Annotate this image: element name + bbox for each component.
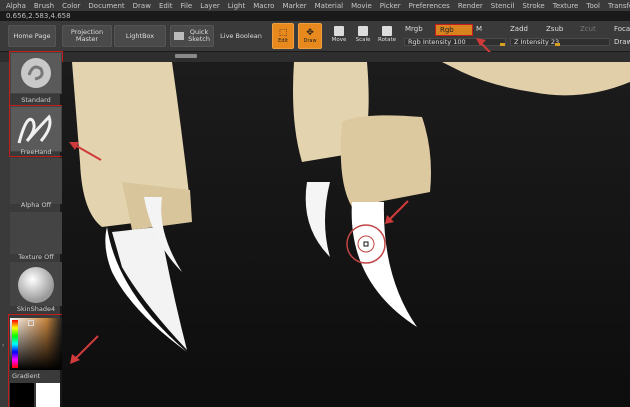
quick-sketch-button[interactable]: Quick Sketch xyxy=(170,25,214,47)
rotate-icon xyxy=(382,26,392,36)
annotation-arrow-stroke xyxy=(69,142,102,161)
focal-shift-slider[interactable]: Focal xyxy=(614,25,630,33)
horizontal-scroll-track[interactable] xyxy=(0,52,630,62)
menu-item-material[interactable]: Material xyxy=(315,2,343,10)
menu-item-document[interactable]: Document xyxy=(88,2,124,10)
edit-label: Edit xyxy=(278,37,288,44)
scale-button[interactable]: Scale xyxy=(354,26,372,48)
menu-item-layer[interactable]: Layer xyxy=(200,2,220,10)
menu-item-edit[interactable]: Edit xyxy=(159,2,173,10)
texture-slot[interactable] xyxy=(10,212,62,254)
quick-sketch-label: Quick Sketch xyxy=(188,28,210,43)
move-label: Move xyxy=(331,37,347,43)
zsub-button[interactable]: Zsub xyxy=(546,25,563,33)
menu-bar: Alpha Brush Color Document Draw Edit File Layer… xyxy=(0,0,630,11)
edit-button[interactable]: ⬚ Edit xyxy=(272,23,294,49)
annotation-arrow-cursor xyxy=(385,200,409,224)
home-page-button[interactable]: Home Page xyxy=(8,25,56,47)
top-toolbar: Home Page Projection Master LightBox Qui… xyxy=(0,21,630,51)
zcut-button[interactable]: Zcut xyxy=(580,25,596,33)
horizontal-scroll-thumb[interactable] xyxy=(175,54,197,58)
mrgb-button[interactable]: Mrgb xyxy=(405,25,423,33)
menu-item-texture[interactable]: Texture xyxy=(553,2,579,10)
material-label: SkinShade4 xyxy=(16,305,56,313)
menu-item-draw[interactable]: Draw xyxy=(133,2,151,10)
stroke-highlight xyxy=(9,105,63,157)
canvas-viewport[interactable] xyxy=(62,62,630,407)
lightbox-button[interactable]: LightBox xyxy=(114,25,166,47)
menu-item-macro[interactable]: Macro xyxy=(253,2,274,10)
draw-label: Draw xyxy=(303,37,317,44)
menu-item-render[interactable]: Render xyxy=(458,2,483,10)
zbrush-window: Alpha Brush Color Document Draw Edit File Layer… xyxy=(0,0,630,407)
menu-item-file[interactable]: File xyxy=(181,2,193,10)
menu-item-light[interactable]: Light xyxy=(228,2,245,10)
menu-item-color[interactable]: Color xyxy=(62,2,80,10)
move-button[interactable]: Move xyxy=(330,26,348,48)
menu-item-brush[interactable]: Brush xyxy=(34,2,54,10)
menu-item-stroke[interactable]: Stroke xyxy=(522,2,544,10)
material-slot[interactable] xyxy=(10,262,62,306)
rgb-intensity-label: Rgb Intensity 100 xyxy=(408,38,466,46)
texture-label: Texture Off xyxy=(18,253,54,261)
rotate-button[interactable]: Rotate xyxy=(378,26,396,48)
menu-item-marker[interactable]: Marker xyxy=(282,2,306,10)
rgb-button[interactable]: Rgb xyxy=(435,24,473,36)
menu-item-alpha[interactable]: Alpha xyxy=(6,2,26,10)
brush-highlight xyxy=(9,51,63,106)
color-highlight xyxy=(8,314,64,407)
z-intensity-label: Z Intensity 23 xyxy=(514,38,560,46)
projection-master-button[interactable]: Projection Master xyxy=(62,25,112,47)
left-shelf: Standard FreeHand Alpha Off Texture Off … xyxy=(0,51,64,407)
sculpt-model xyxy=(72,62,630,352)
edit-icon: ⬚ xyxy=(278,27,288,38)
rotate-label: Rotate xyxy=(378,37,397,43)
menu-item-preferences[interactable]: Preferences xyxy=(409,2,450,10)
coordinates-readout: 0.656,2.583,4.658 xyxy=(6,12,71,20)
scale-label: Scale xyxy=(355,37,371,43)
menu-item-tool[interactable]: Tool xyxy=(586,2,600,10)
zadd-button[interactable]: Zadd xyxy=(510,25,528,33)
menu-item-transform[interactable]: Transform xyxy=(608,2,630,10)
z-intensity-knob[interactable] xyxy=(555,43,560,46)
alpha-slot[interactable] xyxy=(10,158,62,204)
quick-sketch-icon xyxy=(174,32,184,40)
menu-item-stencil[interactable]: Stencil xyxy=(491,2,515,10)
menu-item-movie[interactable]: Movie xyxy=(351,2,372,10)
skinshade-material-icon xyxy=(18,267,54,303)
draw-button[interactable]: ✥ Draw xyxy=(298,23,322,49)
move-icon xyxy=(334,26,344,36)
annotation-arrow-color xyxy=(70,335,99,364)
live-boolean-button[interactable]: Live Boolean xyxy=(218,25,264,47)
z-intensity-slider[interactable]: Z Intensity 23 xyxy=(510,38,610,46)
draw-icon: ✥ xyxy=(306,27,314,38)
alpha-label: Alpha Off xyxy=(20,201,52,209)
menu-item-picker[interactable]: Picker xyxy=(380,2,401,10)
scale-icon xyxy=(358,26,368,36)
draw-size-slider[interactable]: Draw xyxy=(614,38,630,46)
